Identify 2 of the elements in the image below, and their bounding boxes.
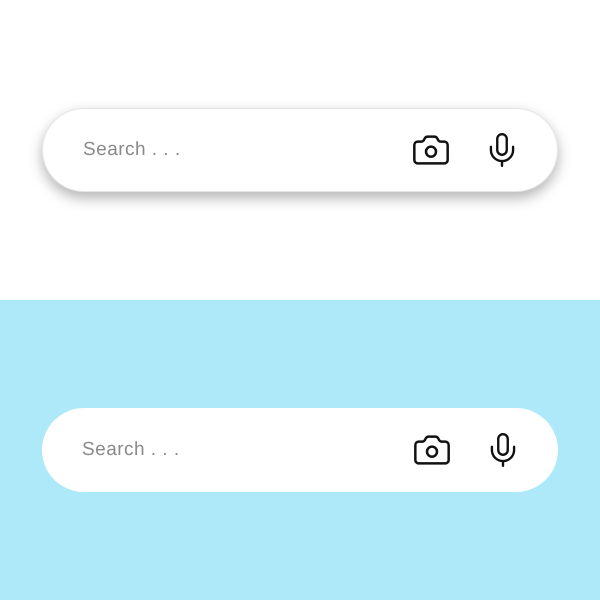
search-field[interactable]: Search . . . <box>83 136 379 164</box>
search-field[interactable]: Search . . . <box>82 436 380 464</box>
